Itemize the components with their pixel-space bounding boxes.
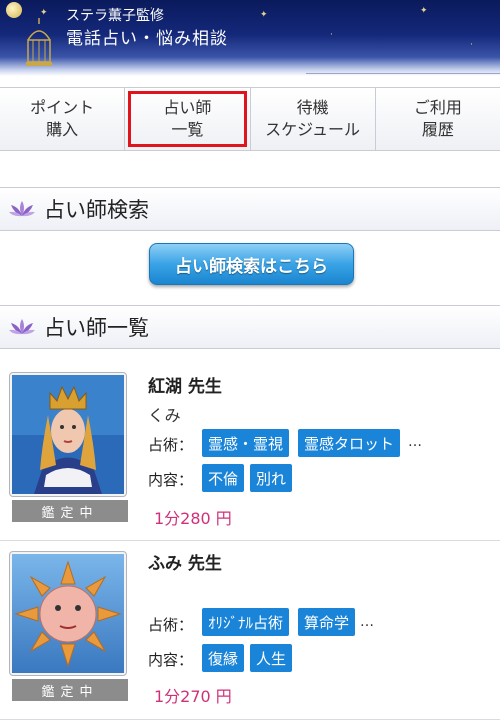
header-subtitle: ステラ薫子監修 (66, 8, 164, 24)
tab-label-line2: 一覧 (171, 120, 204, 139)
tab-label-line1: 待機 (296, 98, 329, 117)
fortune-teller-search-button[interactable]: 占い師検索はこちら (149, 243, 354, 285)
status-badge: 鑑定中 (12, 500, 128, 522)
fortune-teller-name[interactable]: 紅湖 先生 (148, 372, 222, 397)
tab-standby-schedule[interactable]: 待機 スケジュール (251, 88, 376, 150)
content-label: 内容： (148, 651, 194, 669)
content-tag[interactable]: 別れ (250, 464, 293, 492)
content-label: 内容： (148, 471, 194, 489)
tab-label-line1: ご利用 (413, 98, 462, 117)
status-badge: 鑑定中 (12, 679, 128, 701)
technique-label: 占術： (148, 436, 194, 454)
price-per-minute: 1分280 円 (154, 509, 232, 528)
header-divider (306, 73, 500, 74)
technique-tag[interactable]: 霊感・霊視 (202, 429, 290, 457)
tab-label-line2: スケジュール (265, 120, 361, 139)
tab-fortune-teller-list[interactable]: 占い師 一覧 (125, 88, 251, 150)
content-tag[interactable]: 人生 (250, 644, 293, 672)
main-nav: ポイント 購入 占い師 一覧 待機 スケジュール ご利用 履歴 (0, 87, 500, 151)
fortune-teller-photo[interactable] (9, 551, 127, 676)
tab-label-line1: ポイント (30, 98, 95, 117)
birdcage-logo-icon (26, 18, 52, 66)
section-title-search: 占い師検索 (44, 198, 149, 222)
more-techniques-indicator: … (360, 614, 374, 630)
queen-portrait-icon (12, 375, 124, 494)
header-title[interactable]: 電話占い・悩み相談 (66, 24, 228, 49)
technique-tag[interactable]: ｵﾘｼﾞﾅﾙ占術 (202, 608, 290, 636)
tab-label-line2: 履歴 (421, 120, 454, 139)
lotus-icon (9, 319, 35, 335)
content-tag[interactable]: 不倫 (202, 464, 245, 492)
section-title-list: 占い師一覧 (44, 316, 149, 340)
tab-label-line2: 購入 (46, 120, 79, 139)
sun-face-portrait-icon (12, 554, 124, 673)
more-techniques-indicator: … (408, 434, 422, 450)
section-header-search: 占い師検索 (0, 187, 500, 231)
technique-label: 占術： (148, 616, 194, 634)
moon-icon (6, 2, 22, 18)
fortune-teller-card[interactable]: 鑑定中 紅湖 先生 くみ 占術： 霊感・霊視 霊感タロット … 内容： 不倫 別… (0, 362, 500, 541)
content-tag[interactable]: 復縁 (202, 644, 245, 672)
technique-tag[interactable]: 霊感タロット (298, 429, 401, 457)
lotus-icon (9, 201, 35, 217)
technique-tag[interactable]: 算命学 (298, 608, 356, 636)
price-per-minute: 1分270 円 (154, 687, 232, 706)
fortune-teller-card[interactable]: 鑑定中 ふみ 先生 占術： ｵﾘｼﾞﾅﾙ占術 算命学 … 内容： 復縁 人生 1… (0, 541, 500, 720)
section-header-list: 占い師一覧 (0, 305, 500, 349)
fortune-teller-name[interactable]: ふみ 先生 (148, 549, 222, 574)
tab-point-purchase[interactable]: ポイント 購入 (0, 88, 126, 150)
fortune-teller-photo[interactable] (9, 372, 127, 497)
tab-usage-history[interactable]: ご利用 履歴 (376, 88, 500, 150)
site-header: ✦ · ✦ · ✦ · ステラ薫子監修 電話占い・悩み相談 (0, 0, 500, 76)
fortune-teller-kana: くみ (148, 406, 181, 425)
tab-label-line1: 占い師 (163, 98, 212, 117)
